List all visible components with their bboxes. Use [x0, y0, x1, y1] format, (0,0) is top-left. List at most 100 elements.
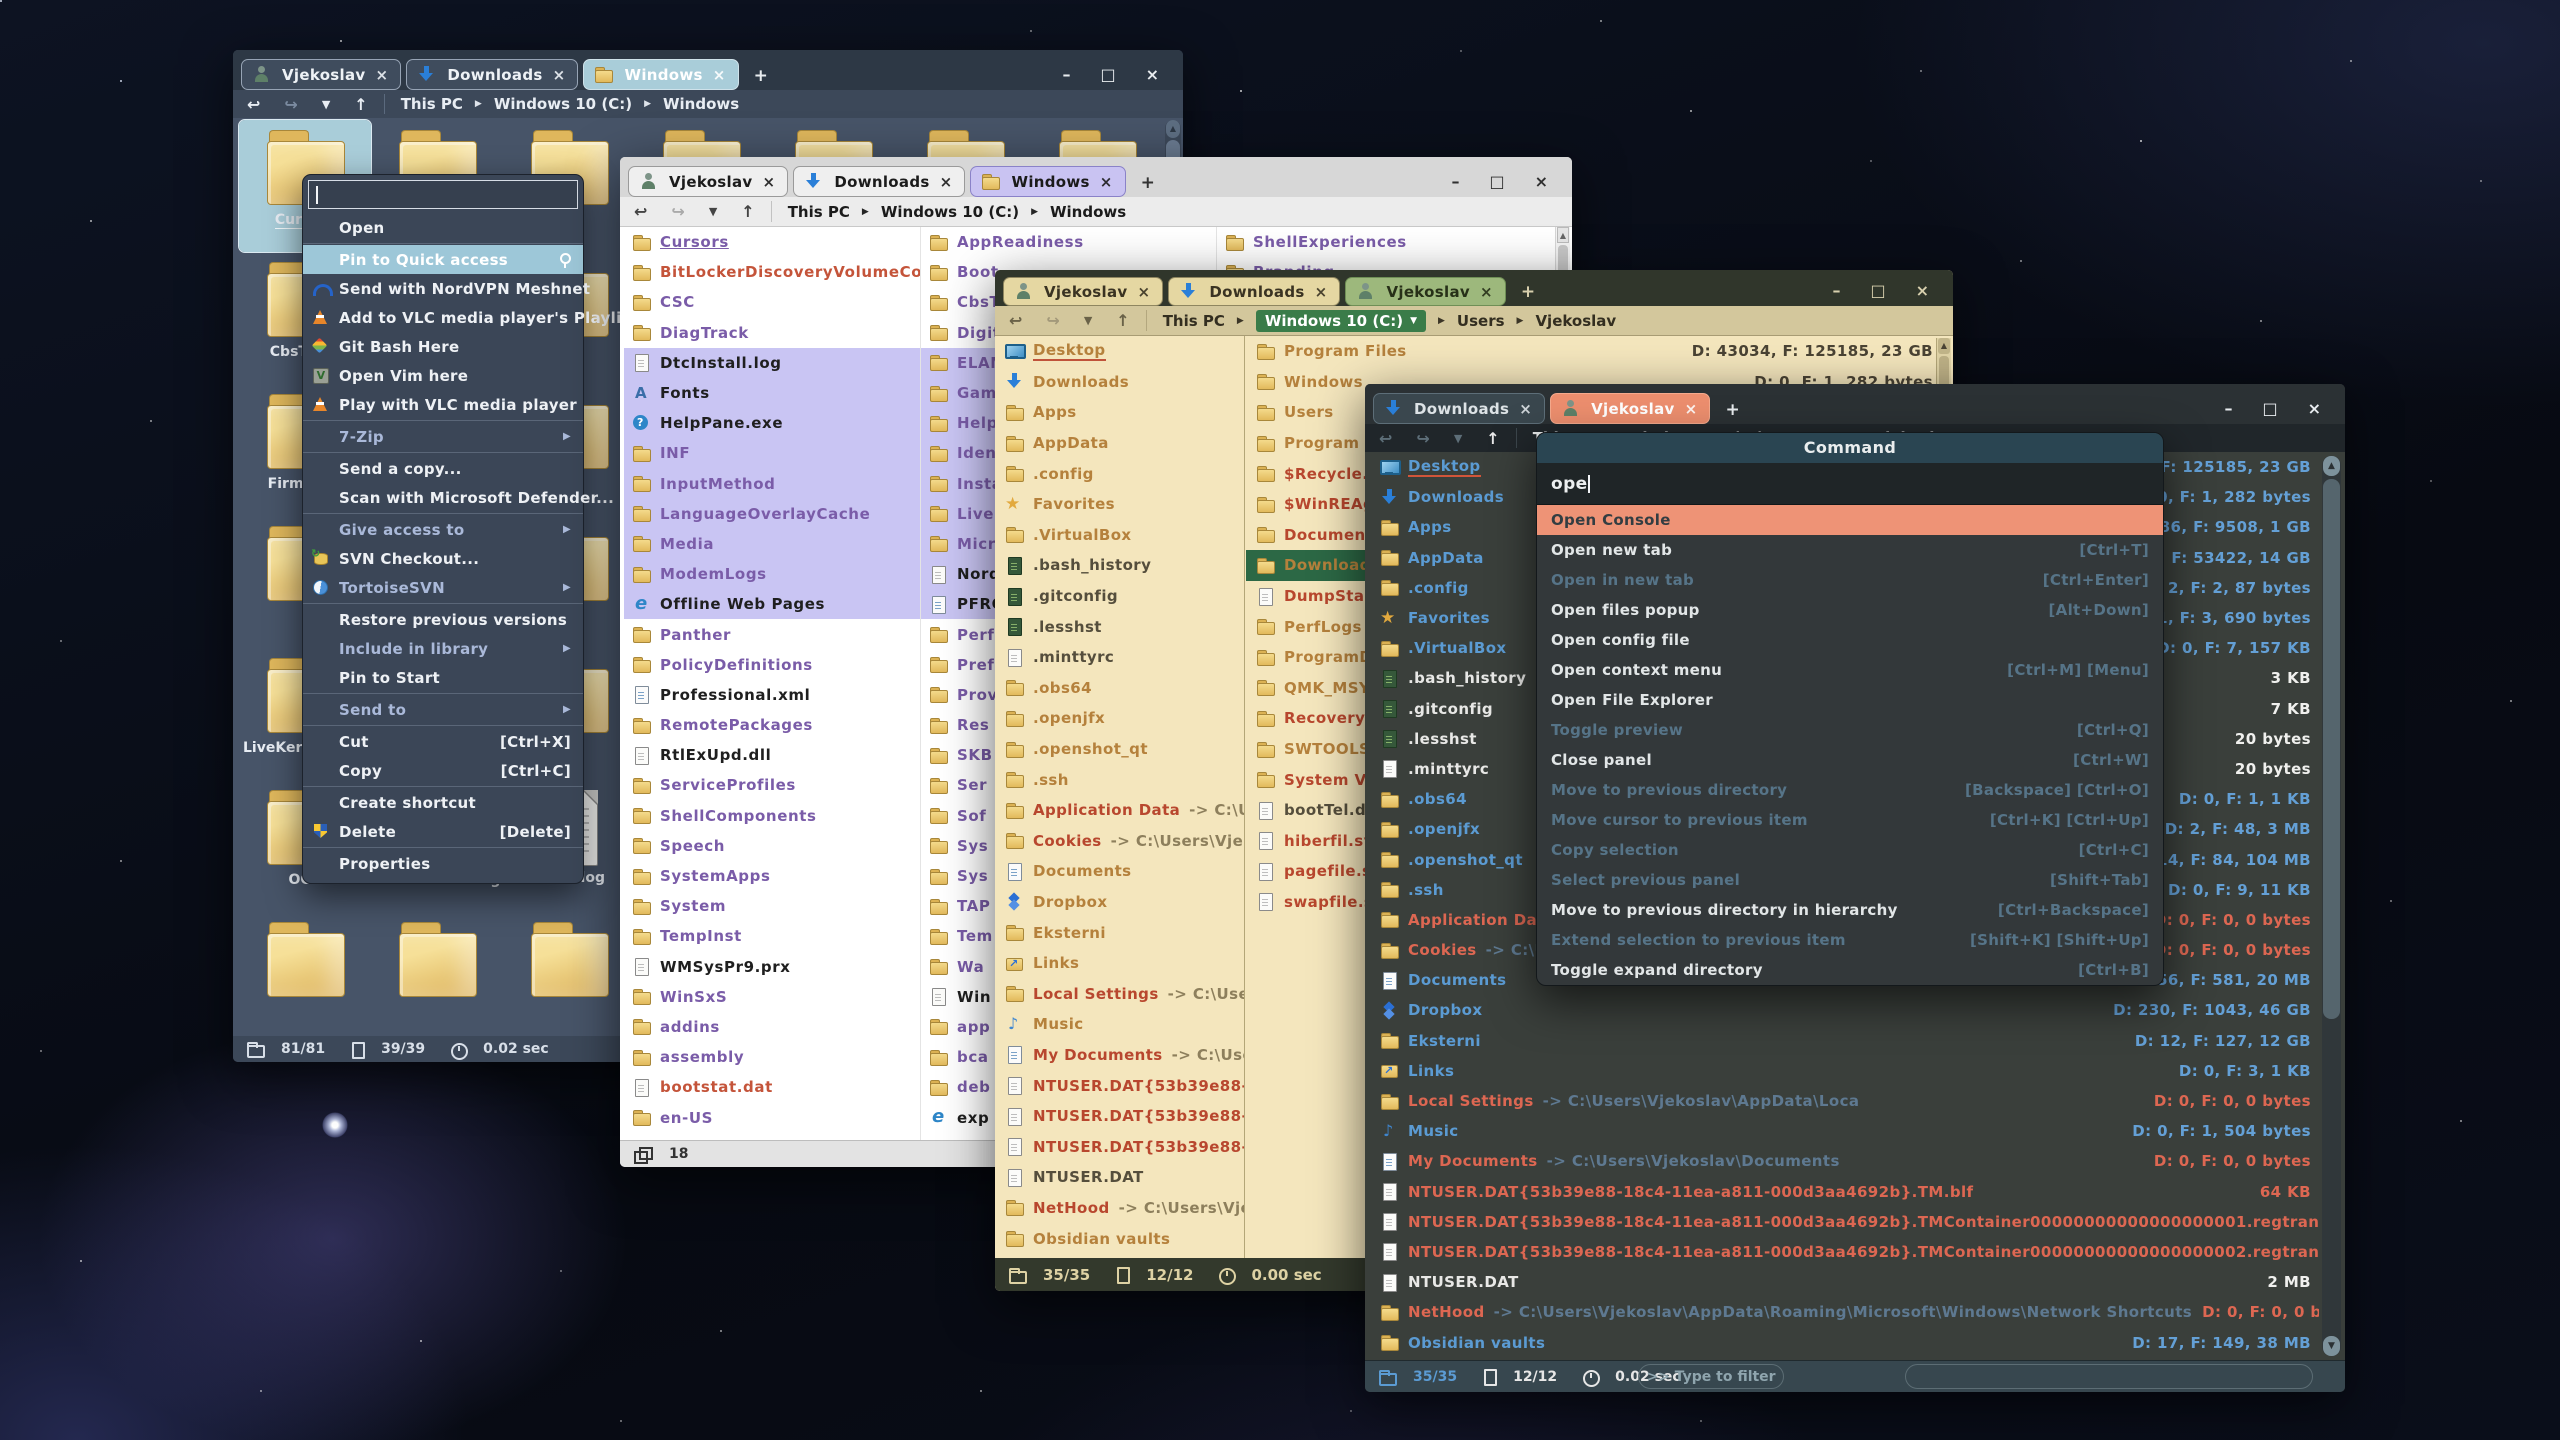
forward-icon[interactable]: ↪ [284, 95, 297, 114]
menu-item-copy[interactable]: Copy[Ctrl+C] [303, 756, 583, 785]
file-row[interactable]: LinksD: 0, F: 3, 1 KB [1365, 1056, 2319, 1086]
palette-item-move-to-previous-directory[interactable]: Move to previous directory[Backspace] [C… [1537, 775, 2163, 805]
menu-item-git-bash-here[interactable]: Git Bash Here [303, 332, 583, 361]
minimize-button[interactable]: – [1451, 172, 1459, 191]
breadcrumb-drive-item[interactable]: Windows 10 (C:)▼ [1256, 310, 1426, 332]
tab-close-icon[interactable]: × [1478, 283, 1495, 301]
forward-icon[interactable]: ↪ [1416, 429, 1429, 448]
menu-item-send-a-copy[interactable]: Send a copy... [303, 454, 583, 483]
file-row[interactable]: Obsidian vaultsD: 17, F: 149, 38 MB [1365, 1327, 2319, 1357]
palette-item-move-to-previous-directory-in-hierarchy[interactable]: Move to previous directory in hierarchy[… [1537, 895, 2163, 925]
breadcrumb-item[interactable]: This PC [1163, 312, 1225, 330]
file-row[interactable]: RemotePackages [624, 710, 920, 740]
tab-close-icon[interactable]: × [1098, 173, 1115, 191]
history-dropdown-icon[interactable]: ▼ [322, 98, 330, 111]
palette-search-input[interactable]: ope [1537, 463, 2163, 505]
file-row[interactable]: .gitconfig [995, 581, 1244, 612]
file-row[interactable]: Downloads [995, 367, 1244, 398]
tab-downloads[interactable]: Downloads× [406, 59, 578, 90]
scroll-up-button[interactable]: ▲ [1938, 338, 1950, 354]
file-row[interactable]: Dropbox [995, 887, 1244, 918]
maximize-button[interactable]: □ [2262, 399, 2277, 418]
file-row[interactable]: AppData [995, 428, 1244, 459]
file-row[interactable]: Media [624, 529, 920, 559]
tab-vjekoslav[interactable]: Vjekoslav× [1345, 277, 1505, 306]
tab-close-icon[interactable]: × [1135, 283, 1152, 301]
menu-item-restore-previous-versions[interactable]: Restore previous versions [303, 605, 583, 634]
scroll-thumb[interactable] [2323, 479, 2340, 1019]
file-row[interactable]: Cookies-> C:\Users\Vjekoslav [995, 826, 1244, 857]
history-dropdown-icon[interactable]: ▼ [1084, 314, 1092, 327]
minimize-button[interactable]: – [1832, 281, 1840, 300]
tab-close-icon[interactable]: × [1313, 283, 1330, 301]
up-icon[interactable]: ↑ [1116, 311, 1129, 330]
breadcrumb-item[interactable]: Users [1457, 312, 1505, 330]
file-row[interactable]: Fonts [624, 378, 920, 408]
file-row[interactable]: .minttyrc [995, 642, 1244, 673]
up-icon[interactable]: ↑ [354, 95, 367, 114]
file-row[interactable]: Local Settings-> C:\Users\Vjekoslav\AppD… [1365, 1086, 2319, 1116]
palette-item-open-console[interactable]: Open Console [1537, 505, 2163, 535]
palette-item-open-in-new-tab[interactable]: Open in new tab[Ctrl+Enter] [1537, 565, 2163, 595]
tab-windows[interactable]: Windows× [970, 166, 1125, 197]
file-row[interactable]: NTUSER.DAT{53b39e88-18c4-11ea-a811-000d3… [995, 1101, 1244, 1132]
file-row[interactable]: LanguageOverlayCache [624, 499, 920, 529]
close-button[interactable]: × [1146, 65, 1159, 84]
file-row[interactable]: Application Data-> C:\Users\Vjekoslav [995, 795, 1244, 826]
minimize-button[interactable]: – [1062, 65, 1070, 84]
file-row[interactable]: NTUSER.DAT2 MB [1365, 1267, 2319, 1297]
scroll-up-button[interactable]: ▲ [2323, 456, 2340, 476]
file-row[interactable]: ModemLogs [624, 559, 920, 589]
file-row[interactable]: EksterniD: 12, F: 127, 12 GB [1365, 1026, 2319, 1056]
scroll-up-button[interactable]: ▲ [1166, 120, 1180, 138]
file-row[interactable]: NTUSER.DAT{53b39e88-18c4-11ea-a811-000d3… [1365, 1207, 2319, 1237]
menu-item-send-to[interactable]: Send to▶ [303, 695, 583, 724]
file-row[interactable]: MusicD: 0, F: 1, 504 bytes [1365, 1116, 2319, 1146]
file-row[interactable]: DropboxD: 230, F: 1043, 46 GB [1365, 995, 2319, 1025]
palette-item-move-cursor-to-previous-item[interactable]: Move cursor to previous item[Ctrl+K] [Ct… [1537, 805, 2163, 835]
menu-item-give-access-to[interactable]: Give access to▶ [303, 515, 583, 544]
file-row[interactable]: ShellComponents [624, 801, 920, 831]
forward-icon[interactable]: ↪ [671, 202, 684, 221]
palette-item-open-file-explorer[interactable]: Open File Explorer [1537, 685, 2163, 715]
tab-windows[interactable]: Windows× [583, 59, 738, 90]
file-row[interactable]: InputMethod [624, 469, 920, 499]
file-row[interactable]: en-US [624, 1102, 920, 1132]
folder-tile[interactable] [239, 912, 371, 1036]
menu-item-svn-checkout[interactable]: SVN Checkout... [303, 544, 583, 573]
tab-close-icon[interactable]: × [711, 66, 728, 84]
file-row[interactable]: DiagTrack [624, 318, 920, 348]
file-row[interactable]: SystemApps [624, 861, 920, 891]
file-row[interactable]: Obsidian vaults [995, 1223, 1244, 1254]
breadcrumb-item[interactable]: Windows [1050, 203, 1126, 221]
tab-close-icon[interactable]: × [551, 66, 568, 84]
maximize-button[interactable]: □ [1489, 172, 1504, 191]
menu-item-properties[interactable]: Properties [303, 849, 583, 878]
file-row[interactable]: PolicyDefinitions [624, 650, 920, 680]
close-button[interactable]: × [2308, 399, 2321, 418]
tab-close-icon[interactable]: × [1683, 400, 1700, 418]
folder-tile[interactable] [371, 912, 503, 1036]
tab-downloads[interactable]: Downloads× [793, 166, 965, 197]
back-icon[interactable]: ↩ [1379, 429, 1392, 448]
file-row[interactable]: .obs64 [995, 673, 1244, 704]
file-row[interactable]: NetHood-> C:\Users\Vjekoslav\AppData\Roa… [1365, 1297, 2319, 1327]
file-row[interactable]: Apps [995, 397, 1244, 428]
palette-item-open-config-file[interactable]: Open config file [1537, 625, 2163, 655]
tab-vjekoslav[interactable]: Vjekoslav× [1003, 277, 1163, 306]
file-row[interactable]: Offline Web Pages [624, 589, 920, 619]
tab-close-icon[interactable]: × [373, 66, 390, 84]
close-button[interactable]: × [1916, 281, 1929, 300]
palette-item-open-context-menu[interactable]: Open context menu[Ctrl+M] [Menu] [1537, 655, 2163, 685]
file-row[interactable]: Music [995, 1009, 1244, 1040]
menu-item-delete[interactable]: Delete[Delete] [303, 817, 583, 846]
file-row[interactable]: My Documents-> C:\Users\Vjekoslav\Docume… [1365, 1146, 2319, 1176]
folder-tile[interactable] [503, 912, 635, 1036]
file-row[interactable]: Eksterni [995, 917, 1244, 948]
tab-close-icon[interactable]: × [1517, 400, 1534, 418]
file-row[interactable]: .lesshst [995, 611, 1244, 642]
new-tab-button[interactable]: + [1141, 173, 1155, 193]
palette-item-close-panel[interactable]: Close panel[Ctrl+W] [1537, 745, 2163, 775]
tab-downloads[interactable]: Downloads× [1168, 277, 1340, 306]
file-row[interactable]: .VirtualBox [995, 520, 1244, 551]
